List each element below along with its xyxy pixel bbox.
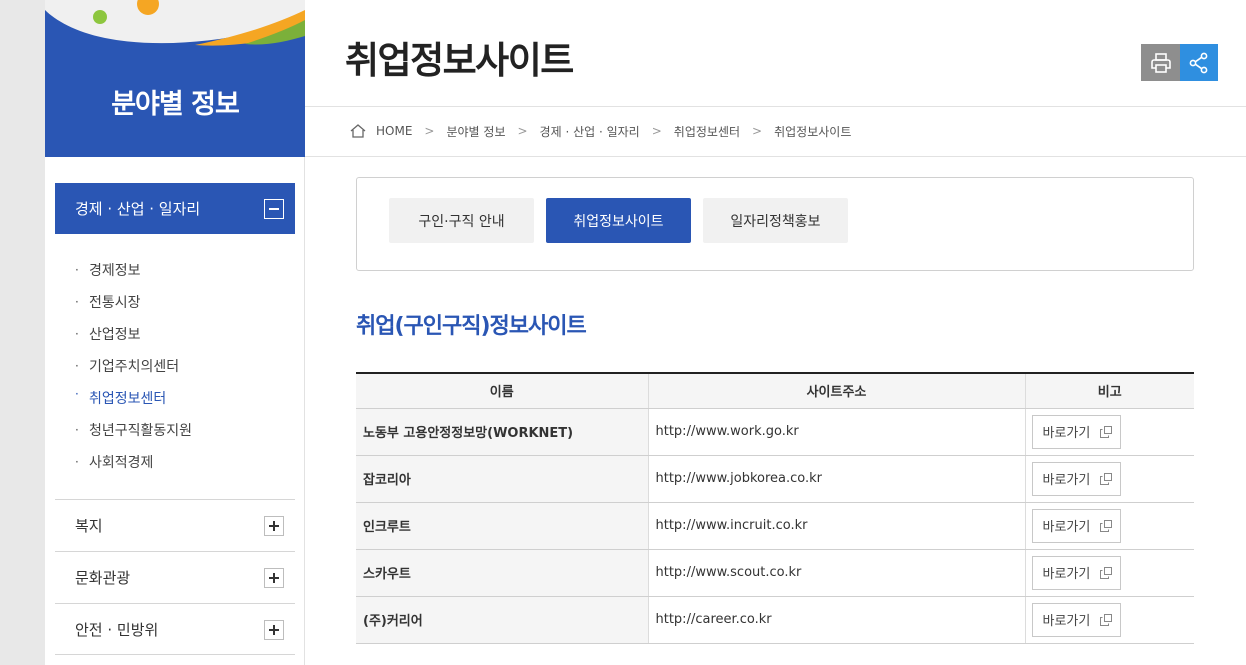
site-url: http://www.work.go.kr <box>647 408 1025 456</box>
table-row: (주)커리어 http://career.co.kr 바로가기 <box>356 596 1194 644</box>
site-url: http://www.scout.co.kr <box>647 549 1025 597</box>
section-title: 취업(구인구직)정보사이트 <box>356 314 587 339</box>
external-link-icon <box>1100 472 1113 485</box>
submenu-item-label: 전통시장 <box>89 295 141 311</box>
submenu-item-label: 청년구직활동지원 <box>89 423 193 439</box>
tab-job-guide[interactable]: 구인·구직 안내 <box>389 198 534 243</box>
tab-job-sites[interactable]: 취업정보사이트 <box>546 198 691 243</box>
divider <box>305 156 1246 157</box>
home-icon[interactable] <box>350 124 366 138</box>
submenu-item[interactable]: · 경제정보 <box>75 254 192 286</box>
site-name: (주)커리어 <box>356 596 648 644</box>
breadcrumb-item[interactable]: 경제 · 산업 · 일자리 <box>540 123 640 140</box>
site-name: 잡코리아 <box>356 455 648 503</box>
external-link-icon <box>1100 519 1113 532</box>
submenu-item-label: 산업정보 <box>89 327 141 343</box>
menu-section-economy[interactable]: 경제 · 산업 · 일자리 <box>55 183 295 234</box>
site-url: http://www.jobkorea.co.kr <box>647 455 1025 503</box>
expand-icon[interactable] <box>264 620 284 640</box>
submenu-item-label: 사회적경제 <box>89 455 154 471</box>
submenu-item[interactable]: · 전통시장 <box>75 286 192 318</box>
decorative-wave-graphic <box>45 0 305 46</box>
chevron-right-icon: > <box>424 124 435 138</box>
divider <box>305 106 1246 107</box>
external-link-icon <box>1100 425 1113 438</box>
submenu-item-label: 취업정보센터 <box>89 391 167 407</box>
collapse-icon[interactable] <box>264 199 284 219</box>
chevron-right-icon: > <box>752 124 763 138</box>
submenu-item-current[interactable]: · 취업정보센터 <box>75 382 192 414</box>
menu-section-label: 경제 · 산업 · 일자리 <box>75 200 201 218</box>
job-sites-table: 이름 사이트주소 비고 노동부 고용안정정보망(WORKNET) http://… <box>356 372 1194 644</box>
column-header-note: 비고 <box>1024 372 1194 409</box>
sidebar: 분야별 정보 경제 · 산업 · 일자리 · 경제정보 · 전통시장 · 산업정보 ·… <box>45 0 305 665</box>
breadcrumb-home[interactable]: HOME <box>376 124 412 138</box>
menu-section-label: 안전 · 민방위 <box>75 620 159 639</box>
printer-icon <box>1150 52 1171 73</box>
chevron-right-icon: > <box>517 124 528 138</box>
share-button[interactable] <box>1180 44 1218 81</box>
go-button-label: 바로가기 <box>1042 567 1091 582</box>
column-header-name: 이름 <box>356 372 648 409</box>
page-title: 취업정보사이트 <box>345 39 574 82</box>
external-link-icon <box>1100 566 1113 579</box>
site-name: 노동부 고용안정정보망(WORKNET) <box>356 408 648 456</box>
site-url: http://career.co.kr <box>647 596 1025 644</box>
external-link-icon <box>1100 613 1113 626</box>
expand-icon[interactable] <box>264 568 284 588</box>
go-button[interactable]: 바로가기 <box>1031 461 1122 496</box>
submenu-item-label: 경제정보 <box>89 263 141 279</box>
print-button[interactable] <box>1141 44 1180 81</box>
share-icon <box>1189 52 1208 73</box>
submenu-item[interactable]: · 사회적경제 <box>75 446 192 478</box>
table-row: 잡코리아 http://www.jobkorea.co.kr 바로가기 <box>356 455 1194 503</box>
menu-section-safety[interactable]: 안전 · 민방위 <box>55 603 295 655</box>
table-row: 노동부 고용안정정보망(WORKNET) http://www.work.go.… <box>356 408 1194 456</box>
menu-section-label: 문화관광 <box>75 569 131 587</box>
site-name: 인크루트 <box>356 502 648 550</box>
submenu-item[interactable]: · 청년구직활동지원 <box>75 414 192 446</box>
go-button[interactable]: 바로가기 <box>1031 508 1122 543</box>
tab-container: 구인·구직 안내 취업정보사이트 일자리정책홍보 <box>356 177 1194 271</box>
menu-section-culture[interactable]: 문화관광 <box>55 551 295 603</box>
table-header-row: 이름 사이트주소 비고 <box>356 372 1194 409</box>
chevron-right-icon: > <box>651 124 662 138</box>
menu-section-label: 복지 <box>75 517 103 535</box>
menu-section-welfare[interactable]: 복지 <box>55 499 295 551</box>
submenu: · 경제정보 · 전통시장 · 산업정보 · 기업주치의센터 · 취업정보센터 · 청년구직… <box>75 254 192 478</box>
site-url: http://www.incruit.co.kr <box>647 502 1025 550</box>
submenu-item[interactable]: · 산업정보 <box>75 318 192 350</box>
submenu-item-label: 기업주치의센터 <box>89 359 180 375</box>
table-row: 인크루트 http://www.incruit.co.kr 바로가기 <box>356 502 1194 550</box>
column-header-url: 사이트주소 <box>647 372 1025 409</box>
submenu-item[interactable]: · 기업주치의센터 <box>75 350 192 382</box>
breadcrumb-item[interactable]: 분야별 정보 <box>446 123 505 140</box>
go-button[interactable]: 바로가기 <box>1031 414 1122 449</box>
sidebar-header: 분야별 정보 <box>45 0 305 157</box>
site-name: 스카우트 <box>356 549 648 597</box>
breadcrumb-item[interactable]: 취업정보센터 <box>674 123 740 140</box>
tab-job-policy[interactable]: 일자리정책홍보 <box>703 198 848 243</box>
sidebar-title: 분야별 정보 <box>111 89 240 120</box>
breadcrumb-current: 취업정보사이트 <box>774 124 852 139</box>
breadcrumb: HOME > 분야별 정보 > 경제 · 산업 · 일자리 > 취업정보센터 >… <box>350 120 851 142</box>
go-button-label: 바로가기 <box>1042 473 1091 488</box>
go-button[interactable]: 바로가기 <box>1031 602 1122 637</box>
table-row: 스카우트 http://www.scout.co.kr 바로가기 <box>356 549 1194 597</box>
go-button-label: 바로가기 <box>1042 614 1091 629</box>
expand-icon[interactable] <box>264 516 284 536</box>
left-gutter <box>0 0 45 665</box>
go-button[interactable]: 바로가기 <box>1031 555 1122 590</box>
go-button-label: 바로가기 <box>1042 520 1091 535</box>
go-button-label: 바로가기 <box>1042 426 1091 441</box>
